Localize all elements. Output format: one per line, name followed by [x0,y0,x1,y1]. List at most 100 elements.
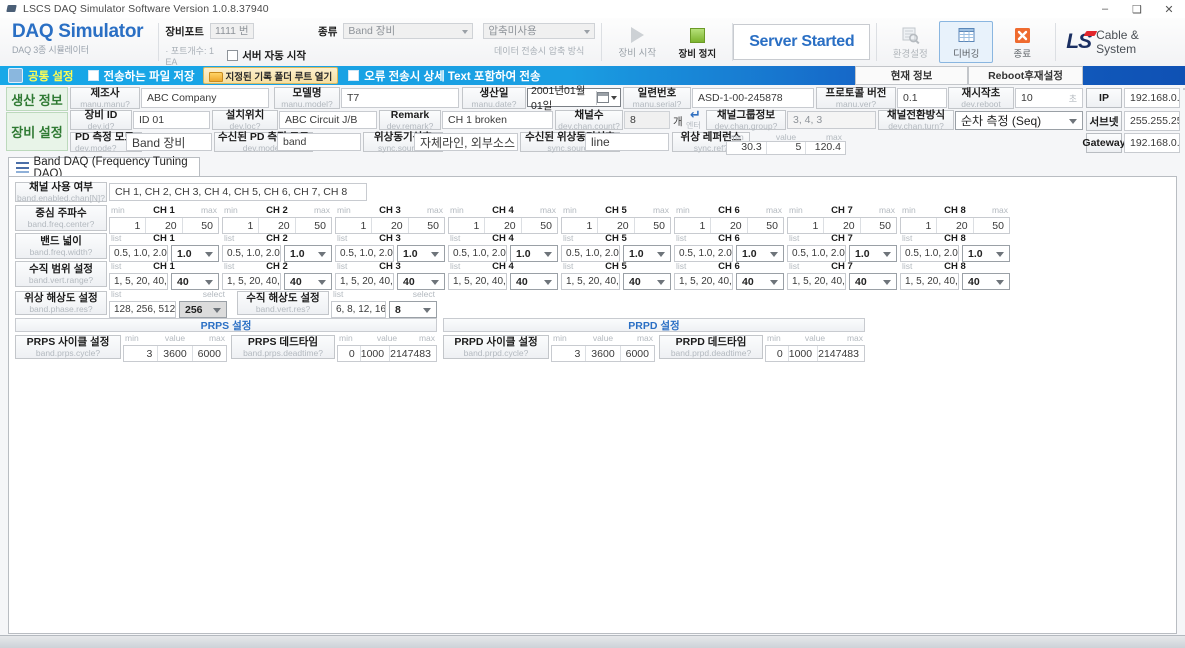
tab-current-info[interactable]: 현재 정보 [855,66,968,85]
channel-list-input[interactable]: 1, 5, 20, 40, 80, 100, [674,273,733,290]
channel-max-input[interactable]: 50 [974,218,1009,233]
input-serial[interactable]: ASD-1-00-245878 [692,88,814,108]
channel-select[interactable]: 40 [171,273,219,290]
channel-select[interactable]: 40 [284,273,332,290]
input-production-date[interactable]: 2001년01월01일 [527,85,621,112]
channel-list-input[interactable]: 0.5, 1.0, 2.0, 5.0, [109,245,168,262]
channel-select[interactable]: 1.0 [962,245,1010,262]
channel-min-input[interactable]: 1 [110,218,147,233]
error-detail-checkbox[interactable]: 오류 전송시 상세 Text 포함하여 전송 [348,68,541,84]
channel-max-input[interactable]: 50 [409,218,444,233]
channel-min-input[interactable]: 1 [901,218,938,233]
phase-ref-value[interactable]: 5 [767,141,807,154]
tab-band-daq[interactable]: Band DAQ (Frequency Tuning DAQ) [8,156,200,180]
channel-max-input[interactable]: 50 [183,218,218,233]
save-sent-file-checkbox[interactable]: 전송하는 파일 저장 [87,68,195,84]
prpd-cycle-min[interactable]: 3 [552,346,587,361]
channel-list-input[interactable]: 1, 5, 20, 40, 80, 100, [222,273,281,290]
prps-cycle-min[interactable]: 3 [124,346,159,361]
minimize-button[interactable]: – [1089,0,1121,18]
channel-max-input[interactable]: 50 [861,218,896,233]
channel-max-input[interactable]: 50 [296,218,331,233]
channel-value-input[interactable]: 20 [711,218,748,233]
channel-max-input[interactable]: 50 [522,218,557,233]
tab-reboot-settings[interactable]: Reboot후재설정 [968,66,1083,85]
input-enabled-channels[interactable]: CH 1, CH 2, CH 3, CH 4, CH 5, CH 6, CH 7… [109,183,367,201]
network-value-gateway[interactable]: 192.168.0.1 [1124,133,1180,153]
channel-value-input[interactable]: 20 [259,218,296,233]
input-phase-ref[interactable]: 30.3 5 120.4 [726,141,846,155]
exit-button[interactable]: 종료 [995,21,1049,63]
channel-min-input[interactable]: 1 [336,218,373,233]
phase-ref-max[interactable]: 120.4 [806,141,845,154]
common-settings-item[interactable]: 공통 설정 [8,68,74,84]
channel-select[interactable]: 40 [736,273,784,290]
compression-select[interactable]: 압축미사용 [483,23,596,39]
prpd-cycle-value[interactable]: 3600 [586,346,621,361]
prpd-deadtime-min[interactable]: 0 [766,346,789,361]
select-channel-turn[interactable]: 순차 측정 (Seq) [955,111,1083,130]
prps-deadtime-value[interactable]: 1000 [361,346,391,361]
channel-max-input[interactable]: 50 [635,218,670,233]
channel-select[interactable]: 1.0 [736,245,784,262]
prpd-cycle-max[interactable]: 6000 [621,346,654,361]
input-channel-count[interactable]: 8 [624,111,670,129]
device-type-select[interactable]: Band 장비 [343,23,474,39]
channel-list-input[interactable]: 1, 5, 20, 40, 80, 100, [335,273,394,290]
channel-list-input[interactable]: 1, 5, 20, 40, 80, 100, [109,273,168,290]
prps-cycle-value[interactable]: 3600 [158,346,193,361]
prps-cycle-max[interactable]: 6000 [193,346,226,361]
vert-res-list[interactable]: 6, 8, 12, 16, [331,301,386,318]
input-protocol-version[interactable]: 0.1 [897,88,947,108]
network-value-ip[interactable]: 192.168.0.2 [1124,88,1180,108]
channel-select[interactable]: 1.0 [510,245,558,262]
channel-min-input[interactable]: 1 [449,218,486,233]
maximize-button[interactable]: ❑ [1121,0,1153,18]
channel-select[interactable]: 1.0 [849,245,897,262]
channel-list-input[interactable]: 1, 5, 20, 40, 80, 100, [787,273,846,290]
network-value-subnet[interactable]: 255.255.255.0 [1124,111,1180,131]
phase-res-select[interactable]: 256 [179,301,227,318]
settings-button[interactable]: 환경설정 [883,21,937,63]
channel-list-input[interactable]: 1, 5, 20, 40, 80, 100, [448,273,507,290]
channel-list-input[interactable]: 1, 5, 20, 40, 80, 100, [900,273,959,290]
channel-list-input[interactable]: 0.5, 1.0, 2.0, 5.0, [561,245,620,262]
channel-min-input[interactable]: 1 [788,218,825,233]
input-manufacturer[interactable]: ABC Company [141,88,269,108]
channel-value-input[interactable]: 20 [485,218,522,233]
channel-value-input[interactable]: 20 [598,218,635,233]
device-stop-button[interactable]: 장비 정지 [674,25,720,60]
channel-list-input[interactable]: 1, 5, 20, 40, 80, 100, [561,273,620,290]
channel-value-input[interactable]: 20 [937,218,974,233]
prps-deadtime-max[interactable]: 2147483 [390,346,436,361]
debugging-button[interactable]: 디버깅 [939,21,994,63]
channel-value-input[interactable]: 20 [824,218,861,233]
channel-list-input[interactable]: 0.5, 1.0, 2.0, 5.0, [222,245,281,262]
channel-list-input[interactable]: 0.5, 1.0, 2.0, 5.0, [674,245,733,262]
phase-res-list[interactable]: 128, 256, 512, [109,301,176,318]
channel-select[interactable]: 1.0 [171,245,219,262]
channel-max-input[interactable]: 50 [748,218,783,233]
channel-list-input[interactable]: 0.5, 1.0, 2.0, 5.0, [335,245,394,262]
device-start-button[interactable]: 장비 시작 [614,25,660,59]
channel-select[interactable]: 40 [849,273,897,290]
channel-value-input[interactable]: 20 [372,218,409,233]
calendar-dropdown[interactable] [595,90,617,105]
input-remark[interactable]: CH 1 broken [442,111,553,129]
close-button[interactable]: ✕ [1153,0,1185,18]
server-autostart-checkbox[interactable]: 서버 자동 시작 [227,48,306,63]
channel-min-input[interactable]: 1 [675,218,712,233]
phase-ref-min[interactable]: 30.3 [727,141,767,154]
input-device-id[interactable]: ID 01 [133,111,210,129]
channel-select[interactable]: 1.0 [623,245,671,262]
open-folder-button[interactable]: 지정된 기록 폴더 루트 열기 [202,67,339,84]
input-install-location[interactable]: ABC Circuit J/B [279,111,377,129]
vert-res-select[interactable]: 8 [389,301,437,318]
channel-select[interactable]: 40 [962,273,1010,290]
prpd-deadtime-max[interactable]: 2147483 [818,346,864,361]
prps-deadtime-min[interactable]: 0 [338,346,361,361]
input-restart-sec[interactable]: 10 초 [1015,88,1083,108]
channel-value-input[interactable]: 20 [146,218,183,233]
channel-list-input[interactable]: 0.5, 1.0, 2.0, 5.0, [787,245,846,262]
channel-min-input[interactable]: 1 [562,218,599,233]
